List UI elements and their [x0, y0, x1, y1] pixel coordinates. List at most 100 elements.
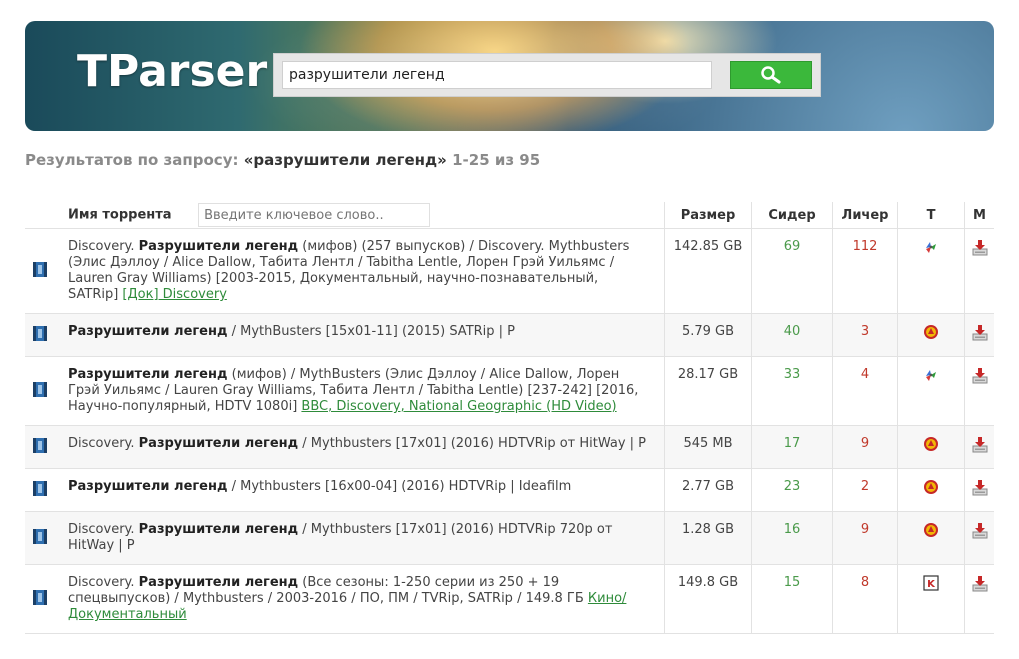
- size-cell: 5.79 GB: [664, 313, 752, 357]
- table-row: Discovery. Разрушители легенд (Все сезон…: [25, 564, 994, 634]
- name-title[interactable]: Разрушители легенд: [139, 436, 299, 451]
- download-icon[interactable]: [971, 367, 989, 385]
- site-logo[interactable]: TParser: [77, 46, 267, 97]
- torrent-name-cell: Разрушители легенд (мифов) / MythBusters…: [55, 356, 665, 426]
- header-leechers[interactable]: Личер: [832, 202, 898, 229]
- leechers-cell: 3: [832, 313, 898, 357]
- header-magnet[interactable]: M: [964, 202, 994, 229]
- download-icon[interactable]: [971, 436, 989, 454]
- torrent-name-cell: Discovery. Разрушители легенд / Mythbust…: [55, 511, 665, 565]
- category-cell: [25, 511, 55, 565]
- tracker-cell[interactable]: [897, 425, 965, 469]
- search-button[interactable]: [730, 61, 812, 89]
- video-category-icon: [33, 528, 47, 544]
- search-icon: [761, 66, 781, 84]
- download-cell[interactable]: [964, 425, 994, 469]
- svg-text:K: K: [927, 579, 936, 590]
- rutor-icon[interactable]: [923, 479, 939, 495]
- filter-input[interactable]: [198, 203, 431, 227]
- tracker-cell[interactable]: [897, 511, 965, 565]
- download-cell[interactable]: [964, 564, 994, 634]
- name-title[interactable]: Разрушители легенд: [68, 324, 228, 339]
- name-title[interactable]: Разрушители легенд: [68, 479, 228, 494]
- size-cell: 2.77 GB: [664, 468, 752, 512]
- header-tracker[interactable]: T: [897, 202, 965, 229]
- video-category-icon: [33, 589, 47, 605]
- torrent-name-cell: Discovery. Разрушители легенд (мифов) (2…: [55, 228, 665, 314]
- table-row: Разрушители легенд / MythBusters [15x01-…: [25, 313, 994, 357]
- size-cell: 545 MB: [664, 425, 752, 469]
- seeders-cell: 16: [751, 511, 833, 565]
- leechers-cell: 4: [832, 356, 898, 426]
- table-row: Разрушители легенд / Mythbusters [16x00-…: [25, 468, 994, 512]
- name-prefix: Discovery.: [68, 436, 139, 451]
- category-cell: [25, 468, 55, 512]
- download-icon[interactable]: [971, 479, 989, 497]
- download-cell[interactable]: [964, 468, 994, 512]
- download-icon[interactable]: [971, 522, 989, 540]
- download-cell[interactable]: [964, 228, 994, 314]
- name-title[interactable]: Разрушители легенд: [68, 367, 228, 382]
- header-seeders[interactable]: Сидер: [751, 202, 833, 229]
- tracker-cell[interactable]: [897, 228, 965, 314]
- download-cell[interactable]: [964, 356, 994, 426]
- video-category-icon: [33, 325, 47, 341]
- kinozal-icon[interactable]: K: [923, 575, 939, 591]
- table-header-row: Имя торрента Размер Сидер Личер T M: [25, 202, 994, 229]
- seeders-cell: 40: [751, 313, 833, 357]
- category-cell: [25, 313, 55, 357]
- header-name-label[interactable]: Имя торрента: [68, 208, 172, 223]
- rutracker-icon[interactable]: [923, 239, 939, 255]
- results-query: «разрушители легенд»: [243, 151, 447, 169]
- name-rest: / MythBusters [15x01-11] (2015) SATRip |…: [227, 324, 516, 339]
- name-prefix: Discovery.: [68, 575, 139, 590]
- download-cell[interactable]: [964, 313, 994, 357]
- download-icon[interactable]: [971, 239, 989, 257]
- table-row: Discovery. Разрушители легенд / Mythbust…: [25, 511, 994, 565]
- category-cell: [25, 356, 55, 426]
- video-category-icon: [33, 261, 47, 277]
- table-row: Разрушители легенд (мифов) / MythBusters…: [25, 356, 994, 426]
- video-category-icon: [33, 437, 47, 453]
- name-rest: / Mythbusters [17x01] (2016) HDTVRip от …: [298, 436, 647, 451]
- results-summary: Результатов по запросу: «разрушители лег…: [25, 151, 540, 169]
- download-icon[interactable]: [971, 575, 989, 593]
- header-name[interactable]: Имя торрента: [25, 202, 665, 229]
- torrent-name-cell: Разрушители легенд / Mythbusters [16x00-…: [55, 468, 665, 512]
- tracker-cell[interactable]: [897, 468, 965, 512]
- rutor-icon[interactable]: [923, 436, 939, 452]
- leechers-cell: 8: [832, 564, 898, 634]
- size-cell: 142.85 GB: [664, 228, 752, 314]
- download-cell[interactable]: [964, 511, 994, 565]
- torrent-name-cell: Discovery. Разрушители легенд / Mythbust…: [55, 425, 665, 469]
- name-title[interactable]: Разрушители легенд: [139, 522, 299, 537]
- name-rest: / Mythbusters [16x00-04] (2016) HDTVRip …: [227, 479, 572, 494]
- search-input[interactable]: [282, 61, 712, 89]
- torrent-name-cell: Discovery. Разрушители легенд (Все сезон…: [55, 564, 665, 634]
- results-body: Discovery. Разрушители легенд (мифов) (2…: [25, 228, 994, 634]
- video-category-icon: [33, 480, 47, 496]
- category-cell: [25, 564, 55, 634]
- rutracker-icon[interactable]: [923, 367, 939, 383]
- name-prefix: Discovery.: [68, 522, 139, 537]
- leechers-cell: 9: [832, 425, 898, 469]
- seeders-cell: 17: [751, 425, 833, 469]
- rutor-icon[interactable]: [923, 324, 939, 340]
- category-link[interactable]: BBC, Discovery, National Geographic (HD …: [301, 399, 616, 414]
- results-range: 1-25 из 95: [452, 151, 541, 169]
- name-title[interactable]: Разрушители легенд: [139, 239, 299, 254]
- category-cell: [25, 425, 55, 469]
- tracker-cell[interactable]: K: [897, 564, 965, 634]
- category-link[interactable]: [Док] Discovery: [122, 287, 226, 302]
- download-icon[interactable]: [971, 324, 989, 342]
- rutor-icon[interactable]: [923, 522, 939, 538]
- name-title[interactable]: Разрушители легенд: [139, 575, 299, 590]
- seeders-cell: 69: [751, 228, 833, 314]
- size-cell: 1.28 GB: [664, 511, 752, 565]
- name-prefix: Discovery.: [68, 239, 139, 254]
- video-category-icon: [33, 381, 47, 397]
- tracker-cell[interactable]: [897, 313, 965, 357]
- tracker-cell[interactable]: [897, 356, 965, 426]
- header-size[interactable]: Размер: [664, 202, 752, 229]
- search-panel: [273, 53, 821, 97]
